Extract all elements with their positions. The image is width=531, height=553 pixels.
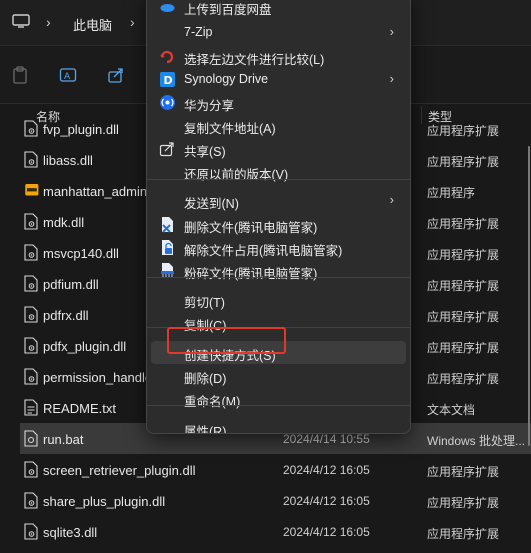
menu-item-label: 重命名(M) [184, 395, 241, 409]
menu-item-label: 7-Zip [184, 25, 213, 39]
menu-item[interactable]: 7-Zip › [151, 21, 406, 44]
huawei-share-icon [160, 95, 175, 110]
dll-file-icon [24, 151, 38, 168]
dll-file-icon [24, 523, 38, 540]
file-type: 应用程序扩展 [427, 248, 500, 262]
breadcrumb-this-pc[interactable]: 此电脑 [73, 15, 112, 34]
menu-item-label: 发送到(N) [184, 197, 239, 211]
file-type: 应用程序扩展 [427, 527, 500, 541]
menu-item[interactable]: 上传到百度网盘 [151, 0, 406, 18]
menu-item[interactable]: 复制文件地址(A) [151, 114, 406, 137]
dll-file-icon [24, 492, 38, 509]
menu-item[interactable]: 华为分享 [151, 91, 406, 114]
menu-item[interactable]: 发送到(N) › [151, 189, 406, 212]
menu-item[interactable]: 解除文件占用(腾讯电脑管家) [151, 236, 406, 259]
menu-item-label: 剪切(T) [184, 296, 225, 310]
menu-item-label: 属性(R) [184, 425, 227, 434]
app-exe-icon [25, 184, 39, 196]
bat-file-icon [24, 430, 38, 447]
tencent-delete-icon [162, 217, 173, 233]
file-row[interactable]: sqlite3.dll 2024/4/12 16:05 应用程序扩展 [20, 516, 531, 547]
dll-file-icon [24, 275, 38, 292]
menu-item-label: 粉碎文件(腾讯电脑管家) [184, 267, 318, 281]
file-type: 应用程序扩展 [427, 496, 500, 510]
menu-item[interactable]: 重命名(M) [151, 387, 406, 410]
rename-icon[interactable]: A [59, 66, 77, 84]
svg-text:D: D [164, 74, 173, 87]
menu-item-label: 共享(S) [184, 145, 226, 159]
compare-icon [160, 50, 174, 64]
tencent-unlock-icon [162, 240, 173, 255]
file-name: screen_retriever_plugin.dll [43, 463, 196, 478]
menu-item-label: 解除文件占用(腾讯电脑管家) [184, 244, 343, 258]
file-row[interactable]: screen_retriever_plugin.dll 2024/4/12 16:… [20, 454, 531, 485]
file-type: 应用程序扩展 [427, 279, 500, 293]
menu-item-label: Synology Drive [184, 72, 269, 86]
dll-file-icon [24, 306, 38, 323]
chevron-right-icon: › [389, 192, 394, 207]
menu-item-label: 删除文件(腾讯电脑管家) [184, 221, 318, 235]
file-type: 应用程序 [427, 186, 476, 200]
baidu-cloud-icon [160, 4, 175, 12]
menu-separator [147, 405, 410, 406]
svg-text:A: A [64, 72, 71, 82]
file-date: 2024/4/12 16:05 [283, 463, 370, 477]
dll-file-icon [24, 213, 38, 230]
context-menu: 上传到百度网盘 7-Zip › 选择左边文件进行比较(L) D Synology Driv… [146, 0, 411, 434]
file-name: sqlite3.dll [43, 525, 98, 540]
synology-drive-icon: D [160, 72, 175, 87]
file-type: 应用程序扩展 [427, 341, 500, 355]
file-type: 应用程序扩展 [427, 217, 500, 231]
dll-file-icon [24, 461, 38, 478]
menu-item[interactable]: 剪切(T) [151, 288, 406, 311]
file-type: 应用程序扩展 [427, 310, 500, 324]
menu-item-label: 删除(D) [184, 372, 227, 386]
menu-item[interactable]: 粉碎文件(腾讯电脑管家) [151, 259, 406, 282]
dll-file-icon [24, 337, 38, 354]
file-type: 应用程序扩展 [427, 465, 500, 479]
computer-icon[interactable] [12, 14, 30, 28]
file-row[interactable]: share_plus_plugin.dll 2024/4/12 16:05 应用程序… [20, 485, 531, 516]
file-type: 应用程序扩展 [427, 124, 500, 138]
menu-separator [147, 179, 410, 180]
menu-item[interactable]: 删除文件(腾讯电脑管家) [151, 213, 406, 236]
file-type: 应用程序扩展 [427, 372, 500, 386]
menu-item[interactable]: 选择左边文件进行比较(L) [151, 45, 406, 68]
menu-separator [147, 277, 410, 278]
menu-item[interactable]: 属性(R) [151, 417, 406, 434]
chevron-right-icon: › [389, 71, 394, 86]
share-icon[interactable] [107, 66, 125, 84]
menu-item-label: 复制文件地址(A) [184, 122, 276, 136]
share-icon [159, 142, 174, 157]
dll-file-icon [24, 120, 38, 137]
dll-file-icon [24, 368, 38, 385]
menu-item-label: 华为分享 [184, 99, 235, 113]
paste-icon[interactable] [11, 66, 29, 84]
menu-item[interactable]: 删除(D) [151, 364, 406, 387]
menu-item[interactable]: D Synology Drive › [151, 68, 406, 91]
chevron-right-icon[interactable]: › [46, 14, 51, 30]
file-name: run.bat [43, 432, 84, 447]
text-file-icon [24, 399, 38, 416]
dll-file-icon [24, 244, 38, 261]
chevron-right-icon[interactable]: › [130, 14, 135, 30]
chevron-right-icon: › [389, 24, 394, 39]
menu-item[interactable]: 共享(S) [151, 137, 406, 160]
menu-item-label: 还原以前的版本(V) [184, 168, 289, 182]
file-type: 应用程序扩展 [427, 155, 500, 169]
annotation-highlight [167, 327, 286, 354]
file-name: share_plus_plugin.dll [43, 494, 166, 509]
file-type: Windows 批处理... [427, 434, 526, 448]
menu-item-label: 上传到百度网盘 [184, 3, 272, 17]
scrollbar[interactable] [527, 126, 531, 546]
file-date: 2024/4/12 16:05 [283, 525, 370, 539]
file-type: 文本文档 [427, 403, 476, 417]
menu-item-label: 选择左边文件进行比较(L) [184, 53, 325, 67]
file-date: 2024/4/14 10:55 [283, 432, 370, 446]
file-date: 2024/4/12 16:05 [283, 494, 370, 508]
